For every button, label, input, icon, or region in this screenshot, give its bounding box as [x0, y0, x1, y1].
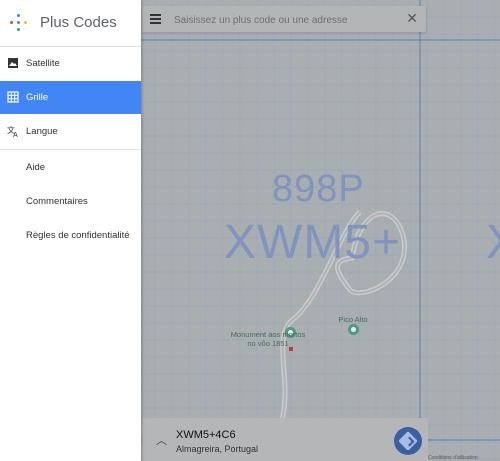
sidebar-item-satellite[interactable]: Satellite: [0, 47, 141, 80]
terms-link[interactable]: Conditions d'utilisation: [428, 455, 478, 461]
chevron-up-icon[interactable]: ︿: [156, 432, 167, 448]
search-bar: ✕: [142, 6, 426, 32]
sidebar-item-label: Satellite: [26, 58, 60, 69]
place-card[interactable]: ︿ XWM5+4C6 Almagreira, Portugal: [142, 418, 428, 461]
pico-alto-pin-icon[interactable]: [348, 324, 359, 335]
grid-code-local: XWM5+: [224, 216, 402, 269]
sidebar-item-label: Langue: [26, 126, 58, 137]
image-icon: [8, 58, 18, 68]
sidebar: Plus Codes Satellite Grille 文 A Langue A…: [0, 0, 141, 461]
sidebar-item-grille[interactable]: Grille: [0, 81, 141, 114]
search-input[interactable]: [172, 10, 396, 30]
app-title: Plus Codes: [40, 14, 117, 31]
grid-code-edge: X: [486, 215, 500, 270]
link-aide[interactable]: Aide: [26, 162, 45, 173]
translate-icon: 文 A: [7, 125, 18, 137]
sidebar-item-langue[interactable]: 文 A Langue: [0, 115, 141, 148]
menu-icon[interactable]: [150, 14, 161, 24]
poi-label-monument: Monument aos mortos no vôo 1851: [230, 330, 306, 348]
card-locality: Almagreira, Portugal: [176, 444, 259, 454]
grid-code-area: 898P: [272, 168, 365, 210]
grid-icon: [7, 91, 19, 103]
svg-text:A: A: [13, 131, 18, 137]
sidebar-item-label: Grille: [26, 92, 49, 103]
divider: [0, 149, 141, 150]
close-icon[interactable]: ✕: [406, 10, 418, 27]
poi-label-pico-alto: Pico Alto: [338, 315, 368, 324]
directions-button[interactable]: [394, 427, 422, 455]
link-privacy[interactable]: Règles de confidentialité: [26, 230, 130, 241]
plus-codes-logo-icon: [10, 14, 28, 32]
link-commentaires[interactable]: Commentaires: [26, 196, 88, 207]
card-plus-code: XWM5+4C6: [176, 429, 236, 441]
